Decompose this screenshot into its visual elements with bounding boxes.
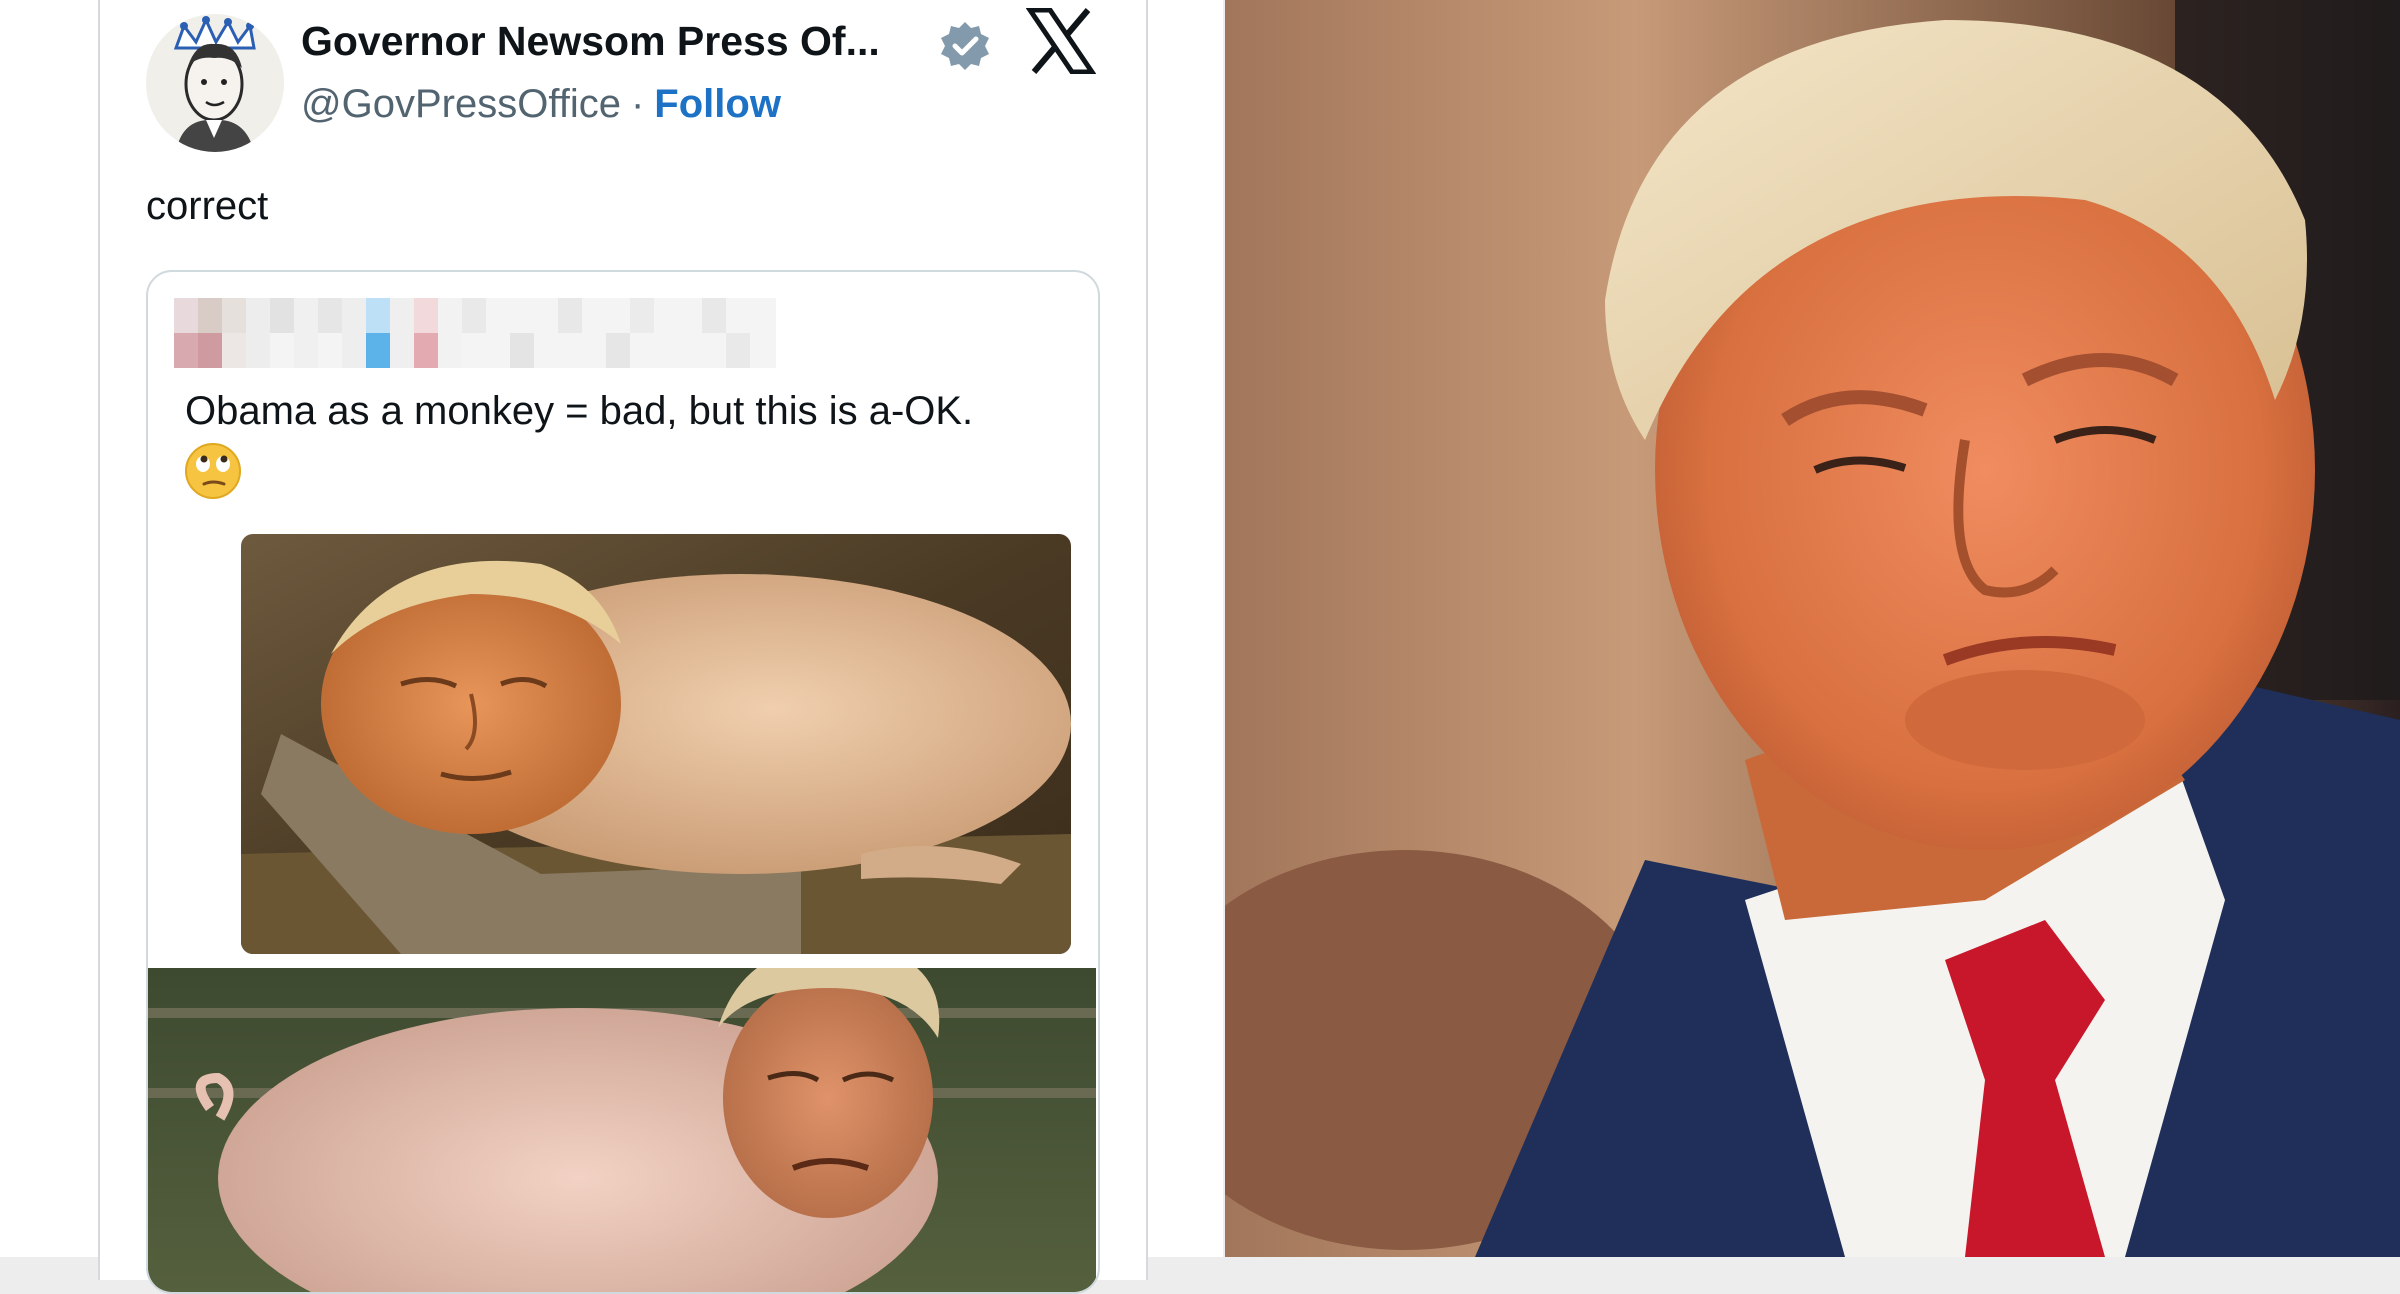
follow-button[interactable]: Follow: [654, 82, 781, 126]
separator: ·: [630, 82, 645, 126]
display-name[interactable]: Governor Newsom Press Of...: [301, 18, 880, 65]
handle[interactable]: @GovPressOffice: [301, 82, 621, 126]
x-logo-icon[interactable]: [1026, 8, 1096, 74]
left-pane: Governor Newsom Press Of... @GovPressOff…: [0, 0, 1223, 1294]
quoted-tweet-text: Obama as a monkey = bad, but this is a-O…: [185, 389, 974, 433]
face-with-rolling-eyes-icon: [185, 443, 241, 499]
quoted-tweet-card[interactable]: Obama as a monkey = bad, but this is a-O…: [146, 270, 1100, 1294]
pig-image-sleeping[interactable]: [241, 534, 1071, 954]
trump-portrait-photo: [1225, 0, 2400, 1257]
pig-image-standing[interactable]: [148, 968, 1096, 1294]
redacted-author-name: [174, 298, 776, 368]
avatar[interactable]: [146, 14, 284, 152]
handle-row: @GovPressOffice · Follow: [301, 82, 781, 127]
tweet-text: correct: [146, 184, 269, 228]
verified-badge-icon: [941, 22, 989, 70]
